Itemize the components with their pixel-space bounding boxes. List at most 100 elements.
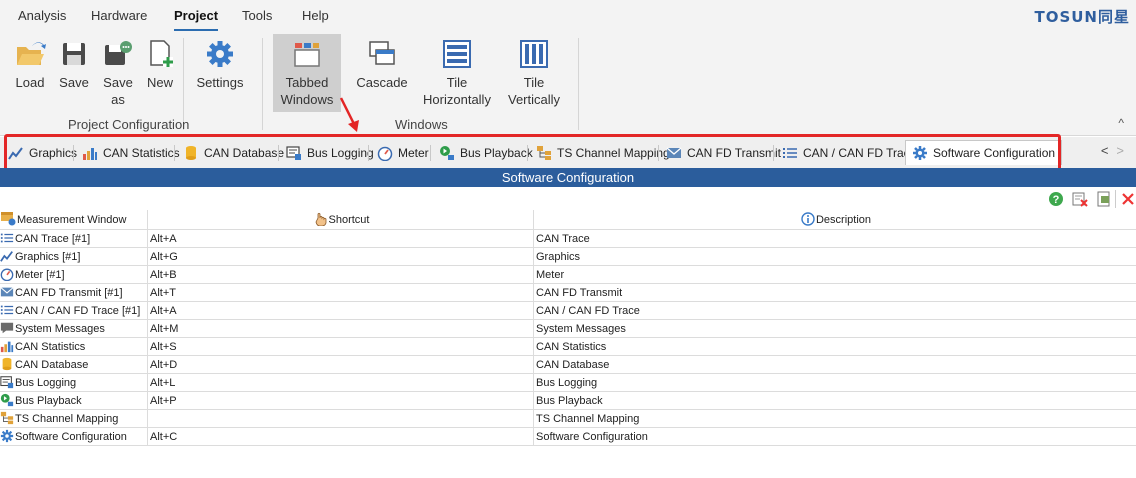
tab-ts-channel-mapping[interactable]: TS Channel Mapping [534, 142, 670, 164]
tabbed-windows-label: Tabbed Windows [280, 75, 334, 107]
cascade-icon [369, 41, 395, 65]
column-header-window[interactable]: Measurement Window [0, 210, 146, 229]
help-icon[interactable]: ? [1047, 190, 1065, 208]
brand-logo: TOSUN同星 [1034, 8, 1130, 26]
settings-button[interactable]: Settings [192, 38, 248, 91]
table-row[interactable]: Software Configuration Alt+C Software Co… [0, 428, 1136, 446]
window-name: CAN Database [15, 359, 89, 371]
cascade-button[interactable]: Cascade [353, 38, 411, 91]
table-row[interactable]: Bus Logging Alt+L Bus Logging [0, 374, 1136, 392]
tabbed-windows-icon [294, 43, 320, 67]
channel-mapping-icon [0, 411, 14, 425]
description-cell: System Messages [533, 320, 1136, 337]
shortcut-cell[interactable]: Alt+S [147, 338, 533, 355]
window-cell: Bus Playback [0, 392, 146, 409]
window-cell: Software Configuration [0, 428, 146, 445]
tab-separator [368, 145, 369, 161]
description-cell: CAN Database [533, 356, 1136, 373]
tab-label: CAN FD Transmit [687, 146, 782, 160]
tab-label: Software Configuration [933, 146, 1056, 160]
menu-hardware[interactable]: Hardware [91, 8, 147, 23]
table-row[interactable]: CAN / CAN FD Trace [#1] Alt+A CAN / CAN … [0, 302, 1136, 320]
shortcut-cell[interactable]: Alt+L [147, 374, 533, 391]
table-header-row: Measurement Window Shortcut Description [0, 210, 1136, 230]
tabbed-windows-button[interactable]: Tabbed Windows [273, 34, 341, 112]
description-cell: CAN FD Transmit [533, 284, 1136, 301]
tab-scroll-right-button[interactable]: > [1116, 143, 1132, 158]
tile-horizontally-button[interactable]: Tile Horizontally [418, 38, 496, 108]
tile-vertically-label: Tile Vertically [507, 75, 561, 107]
bus-playback-icon [0, 393, 14, 407]
tab-label: CAN Statistics [103, 146, 180, 160]
table-row[interactable]: CAN Database Alt+D CAN Database [0, 356, 1136, 374]
shortcut-cell[interactable]: Alt+D [147, 356, 533, 373]
tile-horizontally-icon [443, 40, 471, 68]
shortcut-cell[interactable]: Alt+T [147, 284, 533, 301]
description-cell: TS Channel Mapping [533, 410, 1136, 427]
description-cell: Bus Playback [533, 392, 1136, 409]
tab-can-fd-trace[interactable]: CAN / CAN FD Trace [780, 142, 916, 164]
shortcut-cell[interactable]: Alt+M [147, 320, 533, 337]
shortcut-cell[interactable] [147, 410, 533, 427]
table-row[interactable]: System Messages Alt+M System Messages [0, 320, 1136, 338]
menu-help[interactable]: Help [302, 8, 329, 23]
close-icon[interactable] [1119, 190, 1136, 208]
tab-separator [73, 145, 74, 161]
tab-can-statistics[interactable]: CAN Statistics [80, 142, 180, 164]
tab-bus-logging[interactable]: Bus Logging [284, 142, 374, 164]
svg-text:?: ? [1053, 194, 1060, 206]
column-header-shortcut[interactable]: Shortcut [147, 210, 533, 229]
window-name: CAN / CAN FD Trace [#1] [15, 305, 141, 317]
save-as-button[interactable]: Save as [98, 38, 138, 108]
table-row[interactable]: TS Channel Mapping TS Channel Mapping [0, 410, 1136, 428]
menu-tools[interactable]: Tools [242, 8, 272, 23]
gear-icon [207, 41, 233, 67]
active-menu-indicator [174, 29, 218, 31]
tab-can-database[interactable]: CAN Database [181, 142, 284, 164]
tab-scroll-left-button[interactable]: < [1101, 143, 1117, 158]
clear-filter-icon[interactable] [1071, 190, 1089, 208]
collapse-ribbon-button[interactable]: ^ [1118, 116, 1124, 130]
save-icon [63, 43, 85, 65]
table-row[interactable]: Bus Playback Alt+P Bus Playback [0, 392, 1136, 410]
shortcut-cell[interactable]: Alt+P [147, 392, 533, 409]
shortcut-cell[interactable]: Alt+A [147, 230, 533, 247]
folder-open-icon [17, 42, 46, 65]
tab-meter[interactable]: Meter [375, 142, 429, 164]
table-row[interactable]: CAN Trace [#1] Alt+A CAN Trace [0, 230, 1136, 248]
description-cell: Software Configuration [533, 428, 1136, 445]
new-button[interactable]: New [142, 38, 178, 91]
shortcut-cell[interactable]: Alt+B [147, 266, 533, 283]
load-button[interactable]: Load [10, 38, 50, 91]
window-cell: CAN / CAN FD Trace [#1] [0, 302, 146, 319]
table-row[interactable]: CAN FD Transmit [#1] Alt+T CAN FD Transm… [0, 284, 1136, 302]
tile-horizontally-label: Tile Horizontally [423, 75, 491, 107]
column-header-description[interactable]: Description [533, 210, 1136, 229]
export-icon[interactable] [1095, 190, 1113, 208]
tab-graphics[interactable]: Graphics [6, 142, 77, 164]
window-toolbar: ? [1036, 189, 1136, 209]
table-row[interactable]: Meter [#1] Alt+B Meter [0, 266, 1136, 284]
tile-vertically-button[interactable]: Tile Vertically [500, 38, 568, 108]
info-icon [801, 212, 815, 226]
shortcut-cell[interactable]: Alt+C [147, 428, 533, 445]
menu-project[interactable]: Project [174, 8, 218, 23]
window-cell: Meter [#1] [0, 266, 146, 283]
tab-bus-playback[interactable]: Bus Playback [437, 142, 533, 164]
description-cell: CAN Trace [533, 230, 1136, 247]
table-row[interactable]: CAN Statistics Alt+S CAN Statistics [0, 338, 1136, 356]
shortcut-cell[interactable]: Alt+G [147, 248, 533, 265]
new-label: New [146, 75, 173, 90]
window-cell: CAN Database [0, 356, 146, 373]
tab-software-configuration[interactable]: Software Configuration [905, 140, 1063, 165]
save-button[interactable]: Save [56, 38, 92, 91]
shortcut-cell[interactable]: Alt+A [147, 302, 533, 319]
window-name: CAN FD Transmit [#1] [15, 287, 123, 299]
window-cell: CAN Trace [#1] [0, 230, 146, 247]
menu-analysis[interactable]: Analysis [18, 8, 66, 23]
tab-can-fd-transmit[interactable]: CAN FD Transmit [664, 142, 781, 164]
ribbon-separator [578, 38, 579, 130]
column-header-label: Description [815, 214, 872, 226]
message-icon [0, 322, 14, 334]
table-row[interactable]: Graphics [#1] Alt+G Graphics [0, 248, 1136, 266]
